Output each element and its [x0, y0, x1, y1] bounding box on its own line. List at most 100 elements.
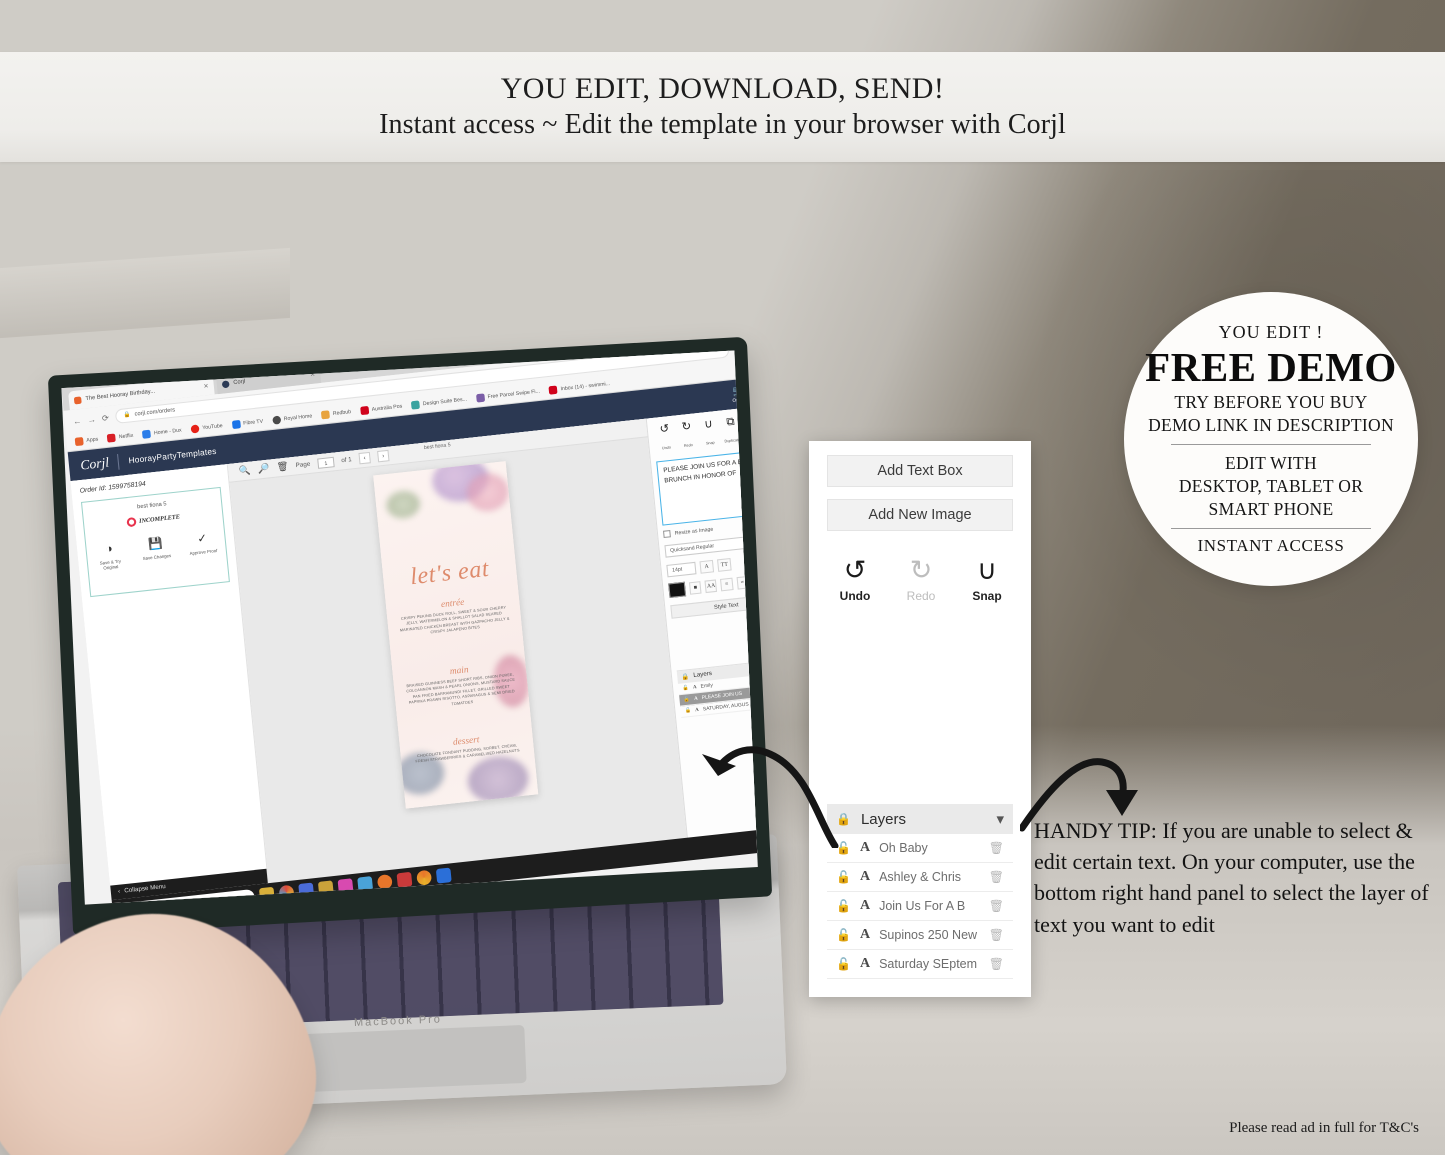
trash-icon[interactable]: 🗑 — [989, 899, 1004, 913]
chevron-down-icon[interactable]: ▾ — [751, 388, 755, 397]
badge-devices-1: DESKTOP, TABLET OR — [1178, 475, 1364, 496]
next-page-button[interactable]: › — [376, 449, 390, 463]
bookmark-item[interactable]: YouTube — [190, 421, 223, 434]
text-layer-icon: A — [859, 869, 871, 884]
zoom-in-icon[interactable]: 🔍 — [238, 465, 251, 478]
taskbar-app-icon[interactable] — [435, 867, 452, 884]
add-text-box-button[interactable]: Add Text Box — [827, 455, 1013, 487]
close-icon[interactable]: ✕ — [310, 370, 316, 379]
bookmark-item[interactable]: Design Suite Bes... — [411, 395, 467, 410]
trash-icon[interactable]: 🗑 — [989, 957, 1004, 971]
bookmark-item[interactable]: Fibre TV — [231, 417, 263, 429]
unlock-icon[interactable]: 🔓 — [836, 957, 851, 971]
layers-panel-header[interactable]: 🔒 Layers ▾ — [827, 804, 1013, 834]
page-number-input[interactable]: 1 — [316, 456, 335, 469]
collapse-menu-label: Collapse Menu — [124, 883, 167, 895]
bookmark-item[interactable]: Home - Dux — [142, 426, 182, 439]
unlock-icon[interactable]: 🔓 — [836, 928, 851, 942]
corjl-logo: Corjl — [79, 454, 110, 473]
layer-label: Supinos 250 New — [879, 928, 978, 942]
bookmark-item[interactable]: Apps — [74, 435, 99, 446]
lock-icon[interactable]: 🔓 — [684, 697, 691, 703]
save-changes-button[interactable]: 💾 Save Changes — [138, 532, 174, 567]
unlock-icon[interactable]: 🔓 — [836, 899, 851, 913]
bookmark-icon — [107, 432, 117, 443]
prev-page-button[interactable]: ‹ — [358, 451, 371, 465]
layer-row[interactable]: 🔓 A Oh Baby 🗑 — [827, 834, 1013, 863]
snap-button[interactable]: ∪ Snap — [967, 557, 1007, 604]
layer-label: Oh Baby — [879, 841, 928, 855]
undo-button[interactable]: ↺ Undo — [654, 422, 678, 455]
unlock-icon[interactable]: 🔓 — [836, 870, 851, 884]
lock-icon[interactable]: 🔓 — [682, 685, 689, 691]
lock-icon: 🔒 — [681, 673, 690, 681]
bookmark-item[interactable]: Free Parcel Swipe Fi... — [475, 387, 541, 403]
status-label: INCOMPLETE — [138, 513, 181, 525]
layers-title: Layers — [693, 670, 713, 680]
align-center-button[interactable]: ≡ — [751, 574, 758, 588]
save-try-original-button[interactable]: ◑ Save & Try Original — [92, 537, 128, 572]
snap-button[interactable]: ∪ Snap — [698, 418, 722, 450]
back-icon[interactable]: ← — [73, 416, 82, 426]
zoom-out-icon[interactable]: 🔎 — [257, 463, 270, 476]
profile-icon[interactable]: ● — [748, 350, 754, 352]
font-family-select[interactable]: Quicksand Regular ▾ — [664, 535, 758, 558]
layer-row[interactable]: 🔓 A Join Us For A B 🗑 — [827, 892, 1013, 921]
duplicate-button[interactable]: ⧉ Duplicate — [720, 415, 744, 448]
delete-icon[interactable]: 🗑 — [276, 461, 289, 474]
badge-divider — [1171, 443, 1371, 445]
align-left-button[interactable]: ≡ — [736, 575, 749, 590]
add-new-image-button[interactable]: Add New Image — [827, 499, 1013, 531]
redo-button[interactable]: ↻ Redo — [901, 557, 941, 604]
font-size-select[interactable]: 14pt — [666, 561, 697, 578]
reload-icon[interactable]: ⟳ — [102, 413, 110, 423]
layer-row[interactable]: 🔓 A Ashley & Chris 🗑 — [827, 863, 1013, 892]
bookmark-item[interactable]: Inbox (14) - swimmi... — [548, 379, 611, 395]
forward-icon[interactable]: → — [87, 414, 96, 424]
bookmark-icon — [271, 415, 282, 425]
text-color-swatch[interactable] — [668, 581, 687, 599]
trash-icon[interactable]: 🗑 — [989, 928, 1004, 942]
layer-row[interactable]: 🔓 A Saturday SEptem 🗑 — [827, 950, 1013, 979]
taskbar-firefox-icon[interactable] — [415, 869, 432, 886]
orders-button[interactable]: 🛒 Orders — [731, 384, 747, 402]
fill-color-button[interactable]: ■ — [689, 581, 702, 595]
action-label: Approve Proof — [189, 547, 218, 557]
trash-icon: 🗑 — [744, 412, 758, 427]
lock-icon[interactable]: 🔓 — [685, 708, 692, 714]
editor-layers-panel: 🔒 Layers ▴ 🔓 A Emily 🗑 — [676, 658, 758, 719]
bookmark-icon — [231, 419, 241, 429]
design-thumbnail-card[interactable]: best fiona 5 INCOMPLETE ◑ Save & Try Ori… — [80, 486, 230, 598]
undo-button[interactable]: ↺ Undo — [835, 557, 875, 604]
trash-icon[interactable]: 🗑 — [989, 870, 1004, 884]
bookmark-item[interactable]: Australia Pos — [359, 402, 403, 415]
bookmark-item[interactable]: Netflix — [107, 431, 134, 443]
line-height-button[interactable]: ≡ — [720, 577, 734, 592]
revert-icon: ◑ — [105, 542, 114, 556]
layer-row[interactable]: 🔓 A Supinos 250 New 🗑 — [827, 921, 1013, 950]
letter-spacing-button[interactable]: AA — [704, 579, 718, 594]
laptop-lid: The Best Hooray Birthday... ✕ Corjl ✕ ← … — [47, 336, 773, 936]
approve-proof-button[interactable]: ✓ Approve Proof — [185, 527, 221, 562]
bookmark-item[interactable]: Redbub — [321, 407, 351, 419]
bookmark-item[interactable]: Royal Home — [271, 412, 313, 425]
chevron-down-icon[interactable]: ▾ — [996, 810, 1004, 828]
style-text-label: Style Text — [713, 601, 739, 611]
trash-icon[interactable]: 🗑 — [989, 841, 1004, 855]
text-content-textarea[interactable]: PLEASE JOIN US FOR A BRIDAL BRUNCH IN HO… — [656, 449, 758, 526]
status-badge: INCOMPLETE — [126, 512, 181, 528]
header-line-2: Instant access ~ Edit the template in yo… — [379, 108, 1066, 140]
menu-design-preview[interactable]: let's eat entrée CRISPY PEKING DUCK ROLL… — [373, 461, 539, 809]
unlock-icon[interactable]: 🔓 — [836, 841, 851, 855]
style-text-accordion[interactable]: Style Text ▾ — [670, 593, 758, 619]
tab-title: Corjl — [233, 378, 246, 387]
text-case-button[interactable]: TT — [717, 557, 732, 572]
close-icon[interactable]: ✕ — [203, 382, 209, 390]
redo-label: Redo — [906, 589, 936, 603]
bold-button[interactable]: A — [699, 559, 715, 574]
incomplete-icon — [126, 516, 137, 528]
delete-button[interactable]: 🗑 Delete — [742, 413, 758, 445]
redo-button[interactable]: ↻ Redo — [676, 420, 700, 453]
star-icon[interactable]: ☆ — [735, 350, 743, 354]
divider — [117, 453, 121, 470]
